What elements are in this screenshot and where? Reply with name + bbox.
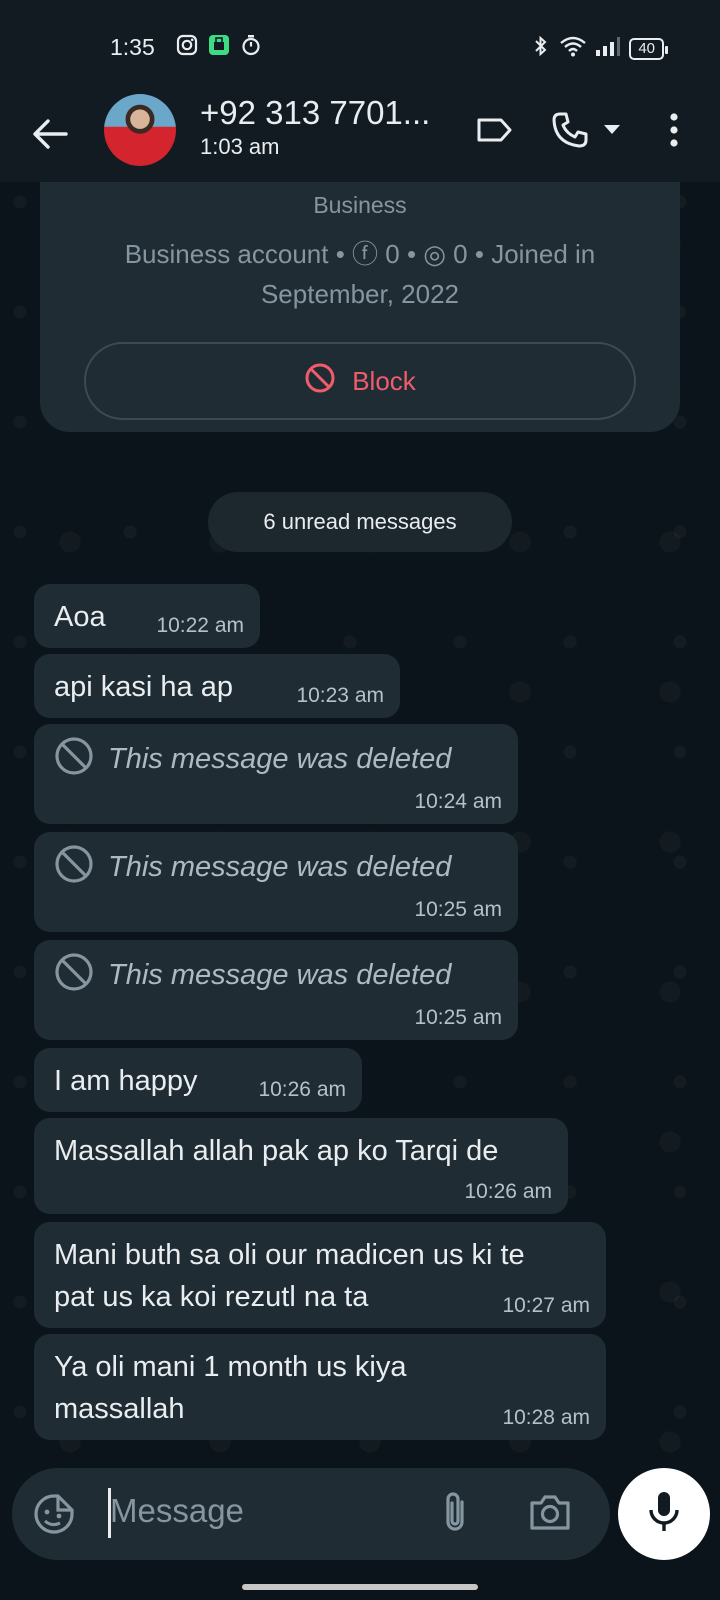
message-time: 10:25 am [414, 1006, 502, 1029]
message-time: 10:23 am [296, 684, 384, 707]
sticker-emoji-icon[interactable] [32, 1492, 76, 1541]
status-bar: 1:35 40 [0, 0, 720, 90]
message-text: This message was deleted [108, 850, 452, 883]
message-bubble[interactable]: I am happy 10:26 am [34, 1048, 362, 1112]
message-text: api kasi ha ap [54, 671, 233, 703]
business-meta: Business account • ⓕ 0 • ◎ 0 • Joined in… [124, 239, 596, 309]
deleted-message-bubble[interactable]: This message was deleted 10:25 am [34, 832, 518, 932]
message-time: 10:28 am [502, 1406, 590, 1429]
voice-call-icon[interactable] [548, 108, 592, 152]
wifi-icon [559, 35, 587, 62]
message-bubble[interactable]: Ya oli mani 1 month us kiya massallah 10… [34, 1334, 606, 1440]
signal-icon [595, 35, 621, 62]
message-text: This message was deleted [108, 742, 452, 775]
block-icon [304, 362, 336, 401]
message-time: 10:22 am [156, 614, 244, 637]
message-time: 10:26 am [464, 1180, 552, 1203]
message-bubble[interactable]: Mani buth sa oli our madicen us ki te pa… [34, 1222, 606, 1328]
message-time: 10:25 am [414, 898, 502, 921]
block-button[interactable]: Block [84, 342, 636, 420]
message-bubble[interactable]: api kasi ha ap 10:23 am [34, 654, 400, 718]
message-text: I am happy [54, 1065, 198, 1097]
message-input[interactable]: Message [110, 1492, 244, 1530]
chat-header: +92 313 7701... 1:03 am [0, 90, 720, 182]
home-gesture-handle[interactable] [242, 1584, 478, 1590]
message-time: 10:24 am [414, 790, 502, 813]
deleted-message-bubble[interactable]: This message was deleted 10:24 am [34, 724, 518, 824]
microphone-icon [647, 1490, 681, 1539]
last-seen-text[interactable]: 1:03 am [200, 134, 280, 160]
attach-paperclip-icon[interactable] [440, 1490, 470, 1541]
business-info-card: Business Business account • ⓕ 0 • ◎ 0 • … [40, 182, 680, 432]
deleted-icon [54, 844, 94, 889]
block-label: Block [352, 365, 416, 396]
timer-icon [240, 34, 262, 61]
more-options-icon[interactable] [654, 108, 694, 152]
status-system-icons: 40 [531, 34, 668, 63]
back-arrow-icon[interactable] [28, 112, 72, 156]
message-text: Massallah allah pak ap ko Tarqi de [54, 1135, 499, 1167]
message-time: 10:27 am [502, 1294, 590, 1317]
label-tag-icon[interactable] [472, 108, 516, 152]
message-text: Aoa [54, 601, 106, 633]
contact-name[interactable]: +92 313 7701... [200, 94, 430, 132]
message-text: This message was deleted [108, 958, 452, 991]
message-time: 10:26 am [258, 1078, 346, 1101]
message-composer[interactable]: Message [12, 1468, 610, 1560]
business-category: Business [313, 192, 407, 218]
status-time: 1:35 [110, 34, 155, 60]
contact-avatar[interactable] [104, 94, 176, 166]
message-bubble[interactable]: Aoa 10:22 am [34, 584, 260, 648]
deleted-message-bubble[interactable]: This message was deleted 10:25 am [34, 940, 518, 1040]
chat-area[interactable]: Business Business account • ⓕ 0 • ◎ 0 • … [0, 182, 720, 1462]
bluetooth-icon [531, 34, 551, 63]
camera-icon[interactable] [528, 1492, 572, 1537]
deleted-icon [54, 952, 94, 997]
unread-messages-divider: 6 unread messages [208, 492, 512, 552]
voice-record-button[interactable] [618, 1468, 710, 1560]
message-bubble[interactable]: Massallah allah pak ap ko Tarqi de 10:26… [34, 1118, 568, 1214]
status-notification-icons [176, 34, 262, 61]
store-icon [208, 34, 230, 61]
battery-icon: 40 [629, 37, 668, 60]
call-options-chevron-down-icon[interactable] [598, 108, 626, 152]
deleted-icon [54, 736, 94, 781]
instagram-icon [176, 34, 198, 61]
